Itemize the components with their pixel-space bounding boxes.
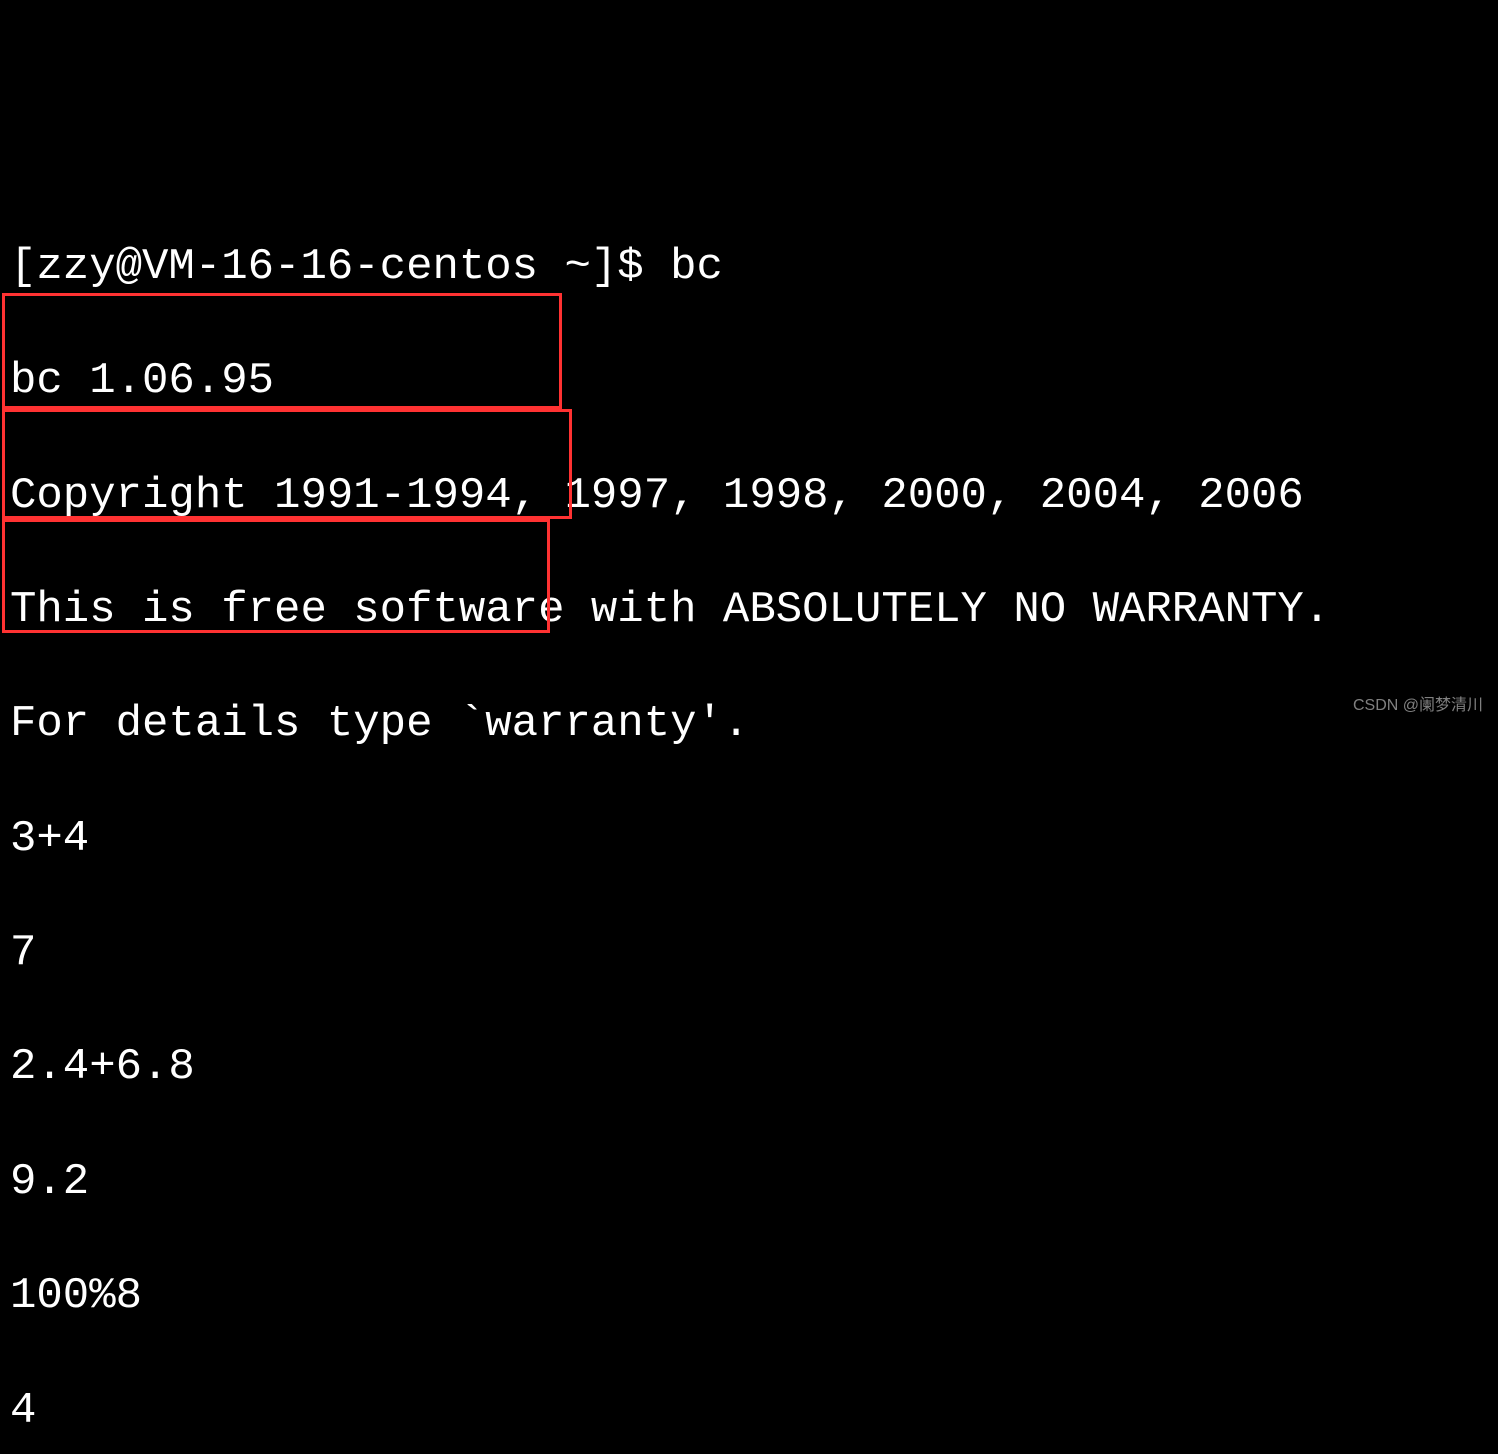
calc1-input[interactable]: 3+4 — [10, 811, 1498, 868]
calc2-input[interactable]: 2.4+6.8 — [10, 1039, 1498, 1096]
banner-warranty: This is free software with ABSOLUTELY NO… — [10, 582, 1498, 639]
calc3-input[interactable]: 100%8 — [10, 1268, 1498, 1325]
shell-prompt: [zzy@VM-16-16-centos ~]$ — [10, 242, 670, 292]
calc2-output: 9.2 — [10, 1154, 1498, 1211]
command-text[interactable]: bc — [670, 242, 723, 292]
watermark-text: CSDN @阑梦清川 — [1353, 696, 1483, 717]
banner-version: bc 1.06.95 — [10, 353, 1498, 410]
calc3-output: 4 — [10, 1383, 1498, 1440]
calc1-output: 7 — [10, 925, 1498, 982]
banner-copyright: Copyright 1991-1994, 1997, 1998, 2000, 2… — [10, 468, 1498, 525]
banner-details: For details type `warranty'. — [10, 696, 1498, 753]
prompt-line: [zzy@VM-16-16-centos ~]$ bc — [10, 239, 1498, 296]
